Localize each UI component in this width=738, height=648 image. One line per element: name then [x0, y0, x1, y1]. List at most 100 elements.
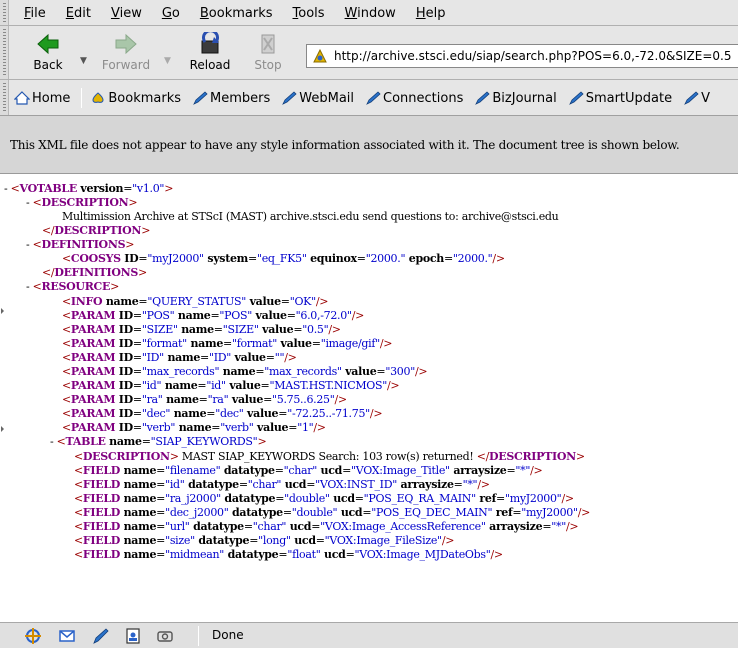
xml-bracket: < [56, 435, 66, 448]
collapse-toggle[interactable]: - [26, 238, 33, 251]
stop-button[interactable]: Stop [242, 32, 294, 76]
xml-text: = [280, 295, 290, 308]
navigator-icon[interactable] [24, 627, 42, 645]
bookmark-pen-icon [193, 91, 208, 105]
xml-text: = [243, 520, 253, 533]
xml-bracket: /> [490, 548, 504, 561]
navbar-grip[interactable] [0, 26, 9, 79]
home-link[interactable]: Home [14, 91, 70, 106]
xml-attribute-name: value [246, 295, 282, 308]
xml-line: <COOSYS ID="myJ2000" system="eq_FK5" equ… [62, 252, 505, 265]
address-book-icon[interactable] [124, 627, 142, 645]
back-history-dropdown[interactable]: ▼ [80, 56, 87, 66]
xml-line: <PARAM ID="ID" name="ID" value=""/> [62, 351, 297, 364]
forward-button[interactable]: Forward [100, 32, 152, 76]
collapse-toggle[interactable]: - [26, 196, 33, 209]
xml-line: - <DESCRIPTION> [26, 196, 138, 209]
xml-text: = [356, 252, 366, 265]
menu-view[interactable]: View [101, 6, 152, 21]
xml-attribute-value: "" [274, 351, 285, 364]
xml-text: = [156, 534, 166, 547]
xml-attribute-value: "size" [165, 534, 195, 547]
xml-line: <PARAM ID="verb" name="verb" value="1"/> [62, 421, 326, 434]
stop-icon [261, 34, 275, 54]
collapse-toggle[interactable]: - [4, 182, 11, 195]
xml-attribute-name: datatype [189, 520, 244, 533]
xml-bracket: > [141, 224, 151, 237]
menu-bar: File Edit View Go Bookmarks Tools Window… [0, 0, 738, 26]
xml-text: = [496, 492, 505, 505]
xml-tag-name: PARAM [70, 365, 116, 378]
overflow-link[interactable]: V [683, 91, 710, 106]
xml-text: = [512, 506, 522, 519]
xml-text: = [248, 252, 257, 265]
xml-bracket: < [32, 280, 42, 293]
menu-tools[interactable]: Tools [283, 6, 335, 21]
xml-bracket: < [62, 323, 71, 336]
xml-text: = [123, 182, 133, 195]
xml-text: = [200, 351, 209, 364]
xml-attribute-value: "ID" [141, 351, 164, 364]
xml-tag-name: PARAM [70, 379, 116, 392]
xml-bracket: < [62, 393, 71, 406]
back-button[interactable]: Back [22, 32, 74, 76]
xml-attribute-name: datatype [220, 492, 276, 505]
menu-help[interactable]: Help [406, 6, 456, 21]
reload-icon [201, 32, 219, 54]
members-link[interactable]: Members [192, 91, 270, 106]
xml-bracket: > [125, 238, 135, 251]
xml-bracket: < [62, 421, 71, 434]
menu-file[interactable]: File [14, 6, 56, 21]
xml-attribute-value: "dec" [141, 407, 171, 420]
url-text[interactable]: http://archive.stsci.edu/siap/search.php… [334, 49, 731, 63]
xml-attribute-name: value [253, 421, 289, 434]
xml-attribute-name: value [258, 323, 294, 336]
xml-bracket: < [74, 506, 83, 519]
connections-link[interactable]: Connections [365, 91, 463, 106]
xml-attribute-value: "ra" [207, 393, 229, 406]
xml-text: = [274, 464, 284, 477]
bookmark-pen-icon [475, 91, 490, 105]
xml-attribute-name: ID [115, 393, 133, 406]
bizjournal-link[interactable]: BizJournal [474, 91, 557, 106]
back-label: Back [33, 58, 63, 72]
menu-bookmarks[interactable]: Bookmarks [190, 6, 283, 21]
xml-bracket: < [62, 309, 71, 322]
webmail-link[interactable]: WebMail [281, 91, 354, 106]
smartupdate-label: SmartUpdate [585, 90, 673, 106]
xml-text: = [288, 421, 298, 434]
forward-history-dropdown[interactable]: ▼ [164, 56, 171, 66]
url-bar[interactable]: http://archive.stsci.edu/siap/search.php… [306, 44, 738, 68]
xml-bracket: /> [387, 379, 400, 392]
xml-attribute-value: "MAST.HST.NICMOS" [269, 379, 387, 392]
menu-window[interactable]: Window [335, 6, 406, 21]
xml-line: <FIELD name="ra_j2000" datatype="double"… [74, 492, 574, 505]
xml-text: = [315, 534, 325, 547]
smartupdate-link[interactable]: SmartUpdate [568, 91, 672, 106]
xml-attribute-name: name [162, 393, 199, 406]
collapse-toggle[interactable]: - [26, 280, 33, 293]
reload-button[interactable]: Reload [184, 32, 236, 76]
security-icon[interactable] [156, 627, 174, 645]
xml-attribute-value: "VOX:Image_AccessReference" [320, 520, 486, 533]
xml-attribute-name: equinox [306, 252, 357, 265]
menubar-grip[interactable] [0, 0, 9, 25]
composer-icon[interactable] [92, 627, 110, 645]
menu-edit[interactable]: Edit [56, 6, 101, 21]
bookmarks-link[interactable]: Bookmarks [90, 91, 181, 106]
xml-bracket: /> [414, 365, 428, 378]
xml-attribute-name: ucd [337, 506, 363, 519]
mail-icon[interactable] [58, 627, 76, 645]
xml-bracket: < [10, 182, 20, 195]
xml-attribute-name: name [161, 379, 198, 392]
forward-label: Forward [101, 58, 151, 72]
menu-go[interactable]: Go [152, 6, 190, 21]
collapse-toggle[interactable]: - [50, 435, 57, 448]
site-icon [313, 48, 327, 63]
personalbar-grip[interactable] [0, 80, 9, 115]
xml-attribute-name: name [105, 435, 142, 448]
status-bar: Done [0, 622, 738, 648]
xml-text: = [156, 506, 166, 519]
xml-line: - <DEFINITIONS> [26, 238, 134, 251]
xml-tag-name: PARAM [70, 351, 116, 364]
